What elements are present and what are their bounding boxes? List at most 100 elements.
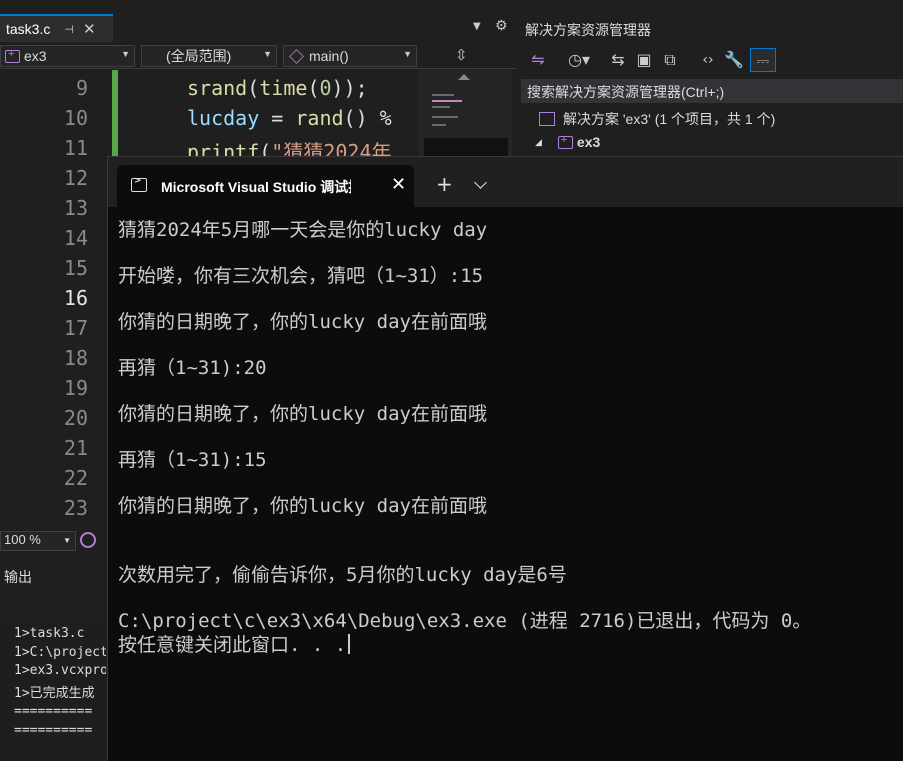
code-token: srand bbox=[187, 76, 248, 100]
code-token: = bbox=[259, 106, 296, 130]
project-icon bbox=[557, 134, 573, 149]
code-token: () % bbox=[343, 106, 392, 130]
gear-icon[interactable]: ⚙ bbox=[495, 18, 508, 34]
console-line: 你猜的日期晚了，你的lucky day在前面哦 bbox=[118, 311, 487, 333]
line-number-gutter bbox=[0, 70, 105, 528]
project-label: ex3 bbox=[576, 134, 601, 150]
console-line: 你猜的日期晚了，你的lucky day在前面哦 bbox=[118, 403, 487, 425]
scope-dropdown[interactable]: (全局范围) ▼ bbox=[141, 45, 277, 67]
code-token: lucday bbox=[187, 106, 260, 130]
chevron-down-icon: ▼ bbox=[121, 49, 130, 59]
console-line: 按任意键关闭此窗口. . . bbox=[118, 630, 351, 657]
file-tab-label: task3.c bbox=[6, 21, 51, 37]
line-number: 11 bbox=[63, 136, 88, 160]
chevron-down-icon[interactable] bbox=[474, 176, 487, 189]
code-token: rand bbox=[295, 106, 344, 130]
line-number: 15 bbox=[63, 256, 88, 280]
code-line-9[interactable]: srand(time(0)); bbox=[187, 76, 368, 100]
minimap-line bbox=[432, 106, 450, 108]
text-cursor bbox=[348, 634, 351, 654]
new-tab-icon[interactable]: + bbox=[436, 172, 453, 196]
line-number: 16 bbox=[63, 286, 88, 310]
output-line: 1>task3.c bbox=[14, 626, 85, 641]
output-line: ========== 生 bbox=[14, 704, 93, 719]
output-pane-title: 输出 bbox=[4, 569, 32, 585]
project-dropdown-label: ex3 bbox=[24, 48, 47, 64]
function-icon bbox=[289, 48, 304, 64]
minimap-line bbox=[432, 94, 454, 96]
console-line-text: 按任意键关闭此窗口. . . bbox=[118, 634, 347, 656]
line-number: 14 bbox=[63, 226, 88, 250]
debug-console-window[interactable]: Microsoft Visual Studio 调试控制台 ✕ + 猜猜2024… bbox=[107, 156, 903, 761]
change-indicator bbox=[112, 70, 118, 160]
expand-arrow-icon[interactable]: ◢ bbox=[535, 137, 542, 148]
project-node[interactable]: ◢ ex3 bbox=[535, 134, 601, 151]
function-dropdown[interactable]: main() ▼ bbox=[283, 45, 417, 67]
scope-dropdown-label: (全局范围) bbox=[166, 48, 232, 64]
function-dropdown-label: main() bbox=[309, 48, 349, 64]
preview-icon[interactable]: ⎓ bbox=[750, 48, 776, 72]
minimap-line bbox=[432, 124, 446, 126]
console-line: 你猜的日期晚了，你的lucky day在前面哦 bbox=[118, 495, 487, 517]
copy-icon[interactable]: ⧉ bbox=[660, 48, 680, 72]
vs-switch-icon[interactable]: ⇋ bbox=[526, 48, 550, 72]
sync-icon[interactable]: ⇆ bbox=[608, 48, 628, 72]
history-icon[interactable]: ◷▾ bbox=[564, 48, 594, 72]
project-dropdown[interactable]: ex3 ▼ bbox=[0, 45, 135, 67]
pin-icon[interactable]: ⊣ bbox=[64, 23, 74, 36]
terminal-icon bbox=[131, 176, 147, 192]
solution-explorer-toolbar: ⇋ ◷▾ ⇆ ▣ ⧉ ‹› 🔧 ⎓ bbox=[518, 44, 903, 76]
navigation-bar: ex3 ▼ (全局范围) ▼ main() ▼ ⇳ bbox=[0, 43, 517, 69]
output-line: ========== 生 bbox=[14, 722, 93, 738]
line-number: 19 bbox=[63, 376, 88, 400]
code-token: time bbox=[259, 76, 308, 100]
zoom-dropdown[interactable]: 100 % ▼ bbox=[0, 531, 76, 551]
split-editor-icon[interactable]: ⇳ bbox=[455, 46, 468, 64]
console-line: 再猜（1~31):20 bbox=[118, 357, 267, 379]
chevron-down-icon: ▼ bbox=[403, 49, 412, 59]
collapse-icon[interactable]: ▣ bbox=[634, 48, 654, 72]
minimap-line bbox=[432, 116, 458, 118]
console-line: 开始喽，你有三次机会，猜吧（1~31）:15 bbox=[118, 265, 484, 287]
minimap[interactable] bbox=[418, 70, 512, 160]
output-line: 1>C:\project bbox=[14, 644, 106, 660]
project-icon bbox=[5, 48, 20, 63]
line-number: 22 bbox=[63, 466, 88, 490]
code-token: )); bbox=[331, 76, 368, 100]
code-icon[interactable]: ‹› bbox=[698, 48, 718, 72]
console-line: 猜猜2024年5月哪一天会是你的lucky day bbox=[118, 219, 488, 241]
file-tab-task3[interactable]: task3.c ⊣ ✕ bbox=[0, 14, 113, 42]
code-token: ( bbox=[307, 76, 320, 100]
output-line: 1>ex3.vcxpro bbox=[14, 663, 106, 678]
zoom-bar: 100 % ▼ bbox=[0, 530, 106, 552]
code-token: 0 bbox=[319, 76, 332, 100]
solution-icon bbox=[539, 112, 555, 126]
wrench-icon[interactable]: 🔧 bbox=[724, 48, 744, 72]
solution-explorer-title: 解决方案资源管理器 bbox=[518, 14, 903, 42]
output-line: 1>已完成生成 bbox=[14, 685, 95, 701]
output-pane[interactable]: 1>task3.c 1>C:\project 1>ex3.vcxpro 1>已完成生成… bbox=[0, 620, 106, 761]
line-number: 21 bbox=[63, 436, 88, 460]
console-line: 次数用完了，偷偷告诉你，5月你的lucky day是6号 bbox=[118, 564, 567, 586]
zoom-level: 100 % bbox=[4, 532, 41, 547]
solution-explorer-search[interactable]: 搜索解决方案资源管理器(Ctrl+;) bbox=[521, 79, 903, 103]
close-icon[interactable]: ✕ bbox=[83, 20, 96, 38]
editor-tab-bar: task3.c ⊣ ✕ ▼ ⚙ bbox=[0, 14, 517, 42]
chevron-down-icon: ▼ bbox=[63, 536, 71, 545]
close-icon[interactable]: ✕ bbox=[391, 174, 406, 195]
line-number: 23 bbox=[63, 496, 88, 520]
line-number: 20 bbox=[63, 406, 88, 430]
code-line-10[interactable]: lucday = rand() % bbox=[187, 106, 392, 130]
minimap-line bbox=[432, 100, 462, 102]
solution-node[interactable]: 解决方案 'ex3' (1 个项目，共 1 个) bbox=[539, 109, 775, 129]
code-token: ( bbox=[247, 76, 260, 100]
chevron-down-icon[interactable]: ▼ bbox=[473, 21, 481, 32]
line-number: 13 bbox=[63, 196, 88, 220]
console-line: 再猜（1~31):15 bbox=[118, 449, 267, 471]
intellicode-icon[interactable] bbox=[80, 532, 96, 548]
line-number: 12 bbox=[63, 166, 88, 190]
line-number: 17 bbox=[63, 316, 88, 340]
console-tab-title: Microsoft Visual Studio 调试控制台 bbox=[161, 179, 351, 195]
line-number: 10 bbox=[63, 106, 88, 130]
console-tab[interactable]: Microsoft Visual Studio 调试控制台 ✕ bbox=[117, 165, 414, 207]
